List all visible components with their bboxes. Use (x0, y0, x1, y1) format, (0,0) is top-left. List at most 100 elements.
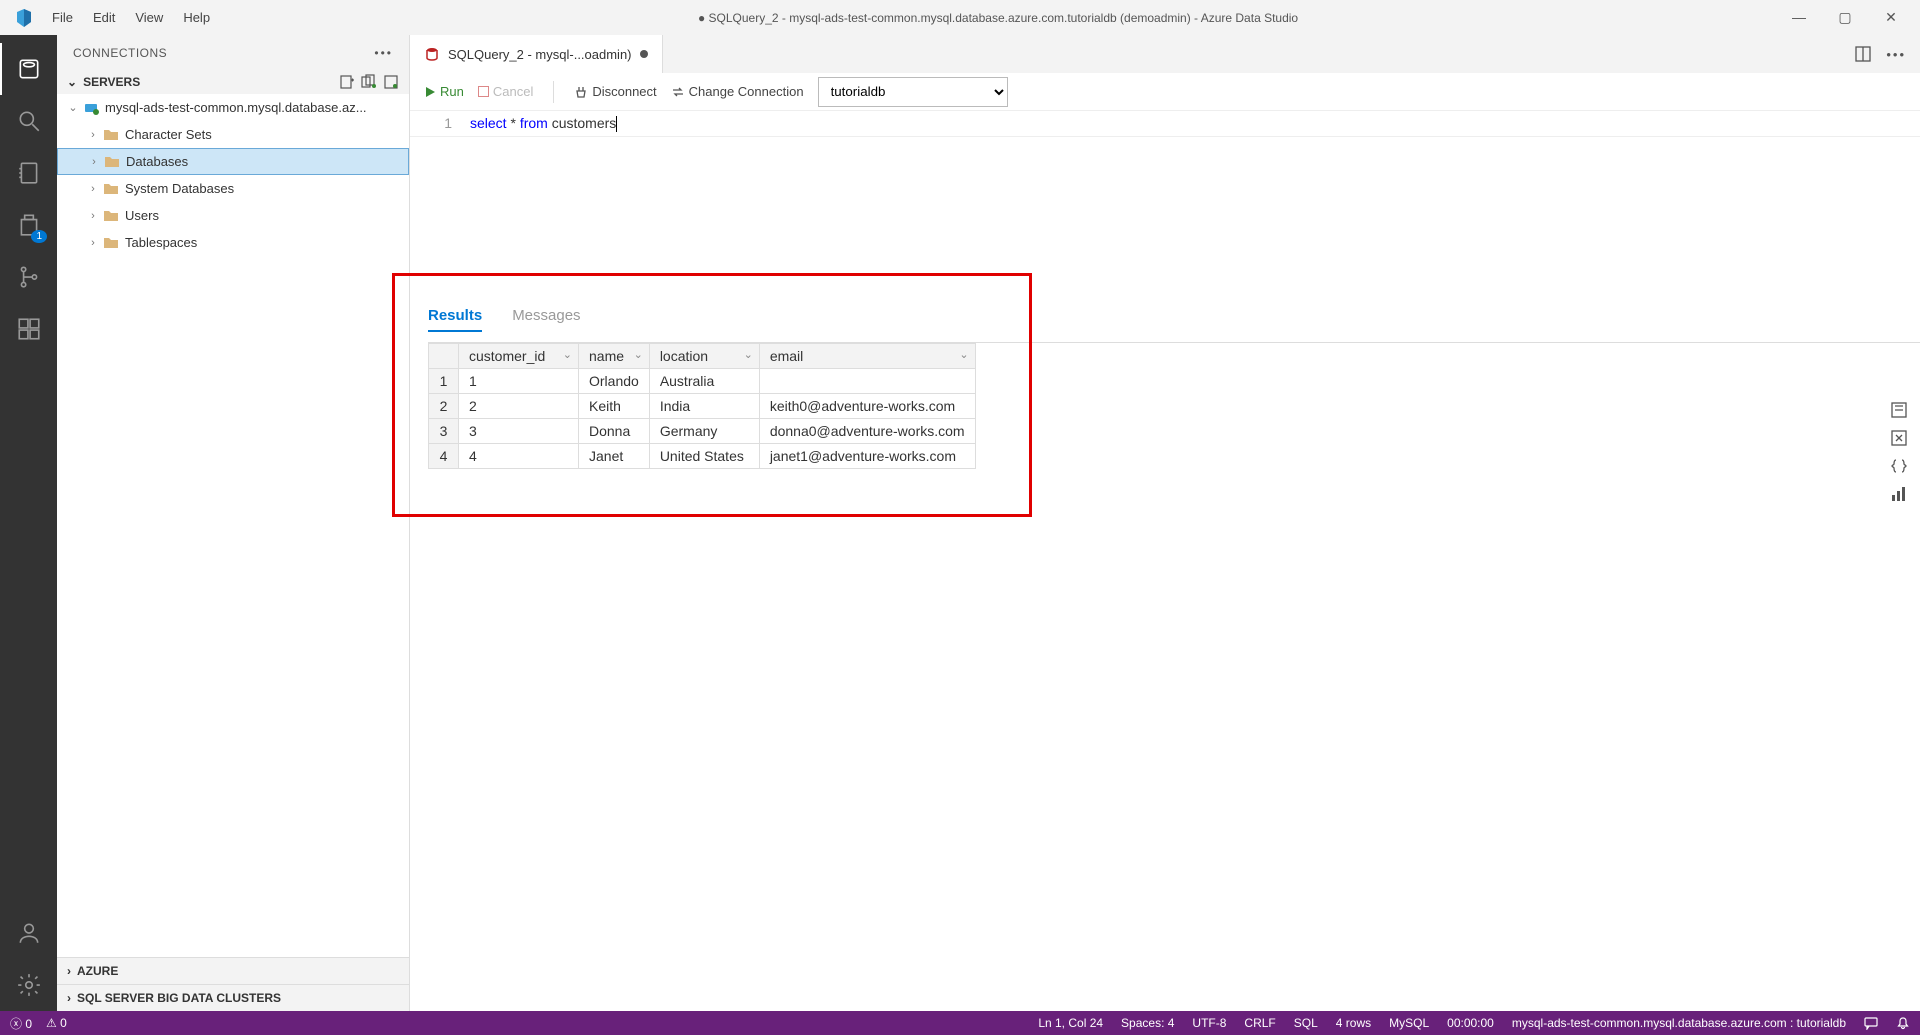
code-editor[interactable]: 1 select * from customers (410, 111, 1920, 137)
tree-system-databases[interactable]: › System Databases (57, 175, 409, 202)
menu-edit[interactable]: Edit (83, 4, 125, 31)
tree-label: Character Sets (125, 127, 212, 142)
tab-label: SQLQuery_2 - mysql-...oadmin) (448, 47, 632, 62)
tree-server-label: mysql-ads-test-common.mysql.database.az.… (105, 100, 367, 115)
query-toolbar: Run Cancel Disconnect Change Connection … (410, 73, 1920, 111)
status-warnings[interactable]: ⚠ 0 (46, 1016, 67, 1030)
menu-view[interactable]: View (125, 4, 173, 31)
section-bigdata[interactable]: ›SQL SERVER BIG DATA CLUSTERS (57, 984, 409, 1011)
status-encoding[interactable]: UTF-8 (1192, 1016, 1226, 1030)
save-json-icon[interactable] (1890, 457, 1908, 475)
chevron-right-icon: › (85, 183, 101, 195)
status-time[interactable]: 00:00:00 (1447, 1016, 1494, 1030)
sidebar-title: CONNECTIONS (73, 46, 167, 60)
tree-tablespaces[interactable]: › Tablespaces (57, 229, 409, 256)
tree-label: Tablespaces (125, 235, 197, 250)
chevron-right-icon: › (85, 210, 101, 222)
activity-connections-icon[interactable] (0, 43, 57, 95)
activity-explorer-icon[interactable]: 1 (0, 199, 57, 251)
column-header[interactable]: name⌄ (579, 344, 650, 369)
result-actions (1890, 401, 1908, 503)
editor-tab[interactable]: SQLQuery_2 - mysql-...oadmin) (410, 35, 663, 73)
window-title: ● SQLQuery_2 - mysql-ads-test-common.mys… (220, 11, 1776, 25)
table-row[interactable]: 11OrlandoAustralia (429, 369, 976, 394)
activity-search-icon[interactable] (0, 95, 57, 147)
table-row[interactable]: 33DonnaGermanydonna0@adventure-works.com (429, 419, 976, 444)
column-header[interactable]: customer_id⌄ (459, 344, 579, 369)
folder-icon (104, 155, 120, 169)
new-connection-icon[interactable] (339, 74, 355, 90)
stop-icon (478, 86, 489, 97)
status-connection[interactable]: mysql-ads-test-common.mysql.database.azu… (1512, 1016, 1846, 1030)
chevron-right-icon: › (85, 237, 101, 249)
table-row[interactable]: 44JanetUnited Statesjanet1@adventure-wor… (429, 444, 976, 469)
server-icon (83, 100, 99, 116)
more-icon[interactable]: ••• (1886, 47, 1906, 62)
titlebar: File Edit View Help ● SQLQuery_2 - mysql… (0, 0, 1920, 35)
status-bell-icon[interactable] (1896, 1016, 1910, 1030)
folder-icon (103, 182, 119, 196)
more-icon[interactable]: ••• (374, 46, 393, 60)
folder-icon (103, 209, 119, 223)
editor-area: SQLQuery_2 - mysql-...oadmin) ••• Run Ca… (410, 35, 1920, 1011)
tab-messages[interactable]: Messages (512, 307, 580, 332)
tree-users[interactable]: › Users (57, 202, 409, 229)
activity-extensions-icon[interactable] (0, 303, 57, 355)
text-cursor (616, 116, 617, 132)
split-editor-icon[interactable] (1854, 45, 1872, 63)
chevron-right-icon: › (85, 129, 101, 141)
menu-file[interactable]: File (42, 4, 83, 31)
app-logo-icon (14, 8, 34, 28)
table-row[interactable]: 22KeithIndiakeith0@adventure-works.com (429, 394, 976, 419)
line-number: 1 (410, 111, 470, 136)
change-connection-button[interactable]: Change Connection (671, 84, 804, 99)
status-eol[interactable]: CRLF (1244, 1016, 1275, 1030)
tree-character-sets[interactable]: › Character Sets (57, 121, 409, 148)
statusbar: ⓧ 0 ⚠ 0 Ln 1, Col 24 Spaces: 4 UTF-8 CRL… (0, 1011, 1920, 1035)
column-header[interactable]: email⌄ (759, 344, 975, 369)
folder-icon (103, 236, 119, 250)
run-button[interactable]: Run (424, 84, 464, 99)
status-language[interactable]: SQL (1294, 1016, 1318, 1030)
tree-databases[interactable]: › Databases (57, 148, 409, 175)
section-servers[interactable]: SERVERS (83, 75, 140, 89)
tree-label: Users (125, 208, 159, 223)
new-group-icon[interactable] (361, 74, 377, 90)
chevron-down-icon[interactable]: ⌄ (67, 75, 77, 89)
status-errors[interactable]: ⓧ 0 (10, 1015, 32, 1032)
collapse-all-icon[interactable] (383, 74, 399, 90)
database-select[interactable]: tutorialdb (818, 77, 1008, 107)
minimize-button[interactable]: — (1776, 9, 1822, 26)
sidebar: CONNECTIONS ••• ⌄ SERVERS ⌄ mysql-ads-te… (57, 35, 410, 1011)
dirty-indicator-icon (640, 50, 648, 58)
status-rows[interactable]: 4 rows (1336, 1016, 1371, 1030)
chevron-down-icon: ⌄ (65, 101, 81, 114)
results-grid[interactable]: customer_id⌄name⌄location⌄email⌄ 11Orlan… (428, 343, 976, 469)
menu-help[interactable]: Help (173, 4, 220, 31)
activity-source-control-icon[interactable] (0, 251, 57, 303)
activitybar: 1 (0, 35, 57, 1011)
tree-server[interactable]: ⌄ mysql-ads-test-common.mysql.database.a… (57, 94, 409, 121)
tree-label: System Databases (125, 181, 234, 196)
status-spaces[interactable]: Spaces: 4 (1121, 1016, 1174, 1030)
tree-label: Databases (126, 154, 188, 169)
column-header[interactable]: location⌄ (649, 344, 759, 369)
folder-icon (103, 128, 119, 142)
sql-file-icon (424, 46, 440, 62)
maximize-button[interactable]: ▢ (1822, 9, 1868, 26)
cancel-button: Cancel (478, 84, 533, 99)
section-azure[interactable]: ›AZURE (57, 957, 409, 984)
save-excel-icon[interactable] (1890, 429, 1908, 447)
activity-account-icon[interactable] (0, 907, 57, 959)
menubar: File Edit View Help (42, 4, 220, 31)
activity-settings-icon[interactable] (0, 959, 57, 1011)
status-feedback-icon[interactable] (1864, 1016, 1878, 1030)
disconnect-button[interactable]: Disconnect (574, 84, 656, 99)
status-engine[interactable]: MySQL (1389, 1016, 1429, 1030)
status-position[interactable]: Ln 1, Col 24 (1038, 1016, 1103, 1030)
activity-notebooks-icon[interactable] (0, 147, 57, 199)
chart-icon[interactable] (1890, 485, 1908, 503)
close-button[interactable]: ✕ (1868, 9, 1914, 26)
tab-results[interactable]: Results (428, 307, 482, 332)
save-csv-icon[interactable] (1890, 401, 1908, 419)
